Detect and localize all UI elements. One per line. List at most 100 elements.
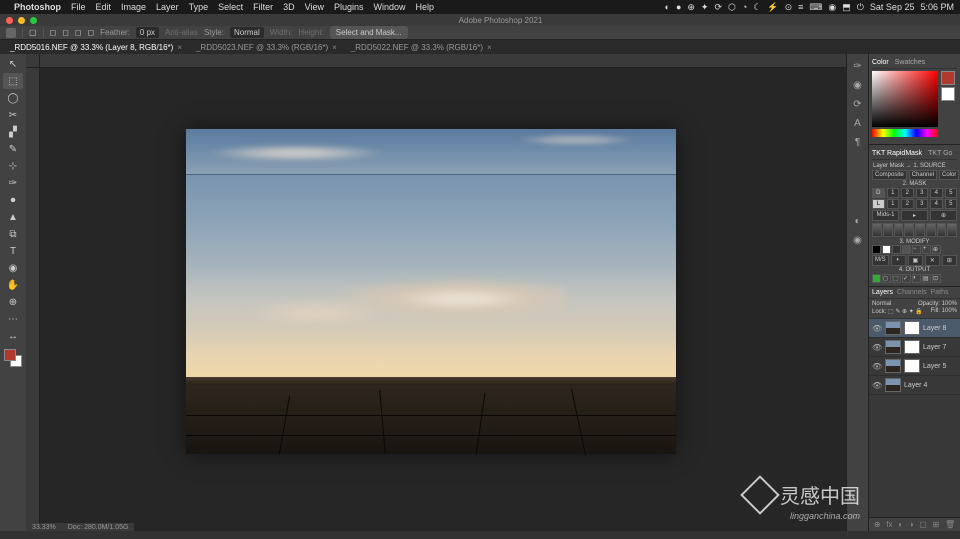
ruler-horizontal[interactable] bbox=[40, 54, 846, 68]
menu-3d[interactable]: 3D bbox=[283, 2, 295, 12]
menubar-date[interactable]: Sat Sep 25 bbox=[870, 2, 915, 12]
plugin-btn[interactable]: D bbox=[872, 188, 885, 198]
plugin-btn[interactable]: ✕ bbox=[925, 255, 940, 266]
newlayer-icon[interactable]: ⊞ bbox=[933, 520, 940, 529]
plugin-sw[interactable]: ⊡ bbox=[932, 274, 941, 283]
char-icon[interactable]: A bbox=[850, 115, 866, 131]
plugin-slider[interactable] bbox=[915, 223, 925, 237]
zoom-tool[interactable]: ⊕ bbox=[3, 294, 23, 310]
bg-color[interactable] bbox=[941, 87, 955, 101]
menu-photoshop[interactable]: Photoshop bbox=[14, 2, 61, 12]
layer-thumb[interactable] bbox=[885, 378, 901, 392]
panel-icon[interactable]: ◐ bbox=[850, 213, 866, 229]
status-icon[interactable]: ◉ bbox=[828, 2, 836, 13]
layer-item[interactable]: 👁Layer 5 bbox=[869, 357, 960, 376]
layer-name[interactable]: Layer 8 bbox=[923, 325, 946, 332]
status-icon[interactable]: ☾ bbox=[753, 2, 761, 13]
marquee-sub-icon[interactable]: ◻ bbox=[75, 28, 82, 37]
plugin-btn[interactable]: 4 bbox=[930, 199, 943, 209]
plugin-btn[interactable]: ▸ bbox=[901, 210, 928, 221]
feather-input[interactable]: 0 px bbox=[136, 27, 159, 38]
plugin-btn[interactable]: 3 bbox=[916, 199, 929, 209]
plugin-sw[interactable] bbox=[902, 245, 911, 254]
tool-icon[interactable]: ▢ bbox=[29, 28, 37, 37]
plugin-btn[interactable]: 1 bbox=[887, 188, 900, 198]
status-icon[interactable]: ⬡ bbox=[728, 2, 736, 13]
brush-icon[interactable]: ✑ bbox=[850, 58, 866, 74]
status-icon[interactable]: ⏻ bbox=[857, 2, 864, 13]
layer-thumb[interactable] bbox=[885, 340, 901, 354]
tab-doc3[interactable]: _RDD5022.NEF @ 33.3% (RGB/16*)× bbox=[345, 41, 498, 54]
hue-slider[interactable] bbox=[872, 129, 938, 137]
status-icon[interactable]: ⌨ bbox=[809, 2, 822, 13]
plugin-btn[interactable]: 2 bbox=[901, 188, 914, 198]
status-icon[interactable]: ≡ bbox=[798, 2, 803, 12]
lasso-tool[interactable]: ◯ bbox=[3, 90, 23, 106]
layer-mask[interactable] bbox=[904, 321, 920, 335]
layer-item[interactable]: 👁 Layer 7 bbox=[869, 338, 960, 357]
maximize-button[interactable] bbox=[30, 17, 37, 24]
menu-type[interactable]: Type bbox=[189, 2, 209, 12]
close-button[interactable] bbox=[6, 17, 13, 24]
heal-tool[interactable]: ⊹ bbox=[3, 158, 23, 174]
blend-mode-select[interactable]: Normal bbox=[872, 301, 891, 307]
plugin-btn[interactable]: Composite bbox=[872, 170, 907, 180]
tab-color[interactable]: Color bbox=[872, 59, 889, 66]
color-swatch[interactable] bbox=[4, 349, 22, 367]
visibility-icon[interactable]: 👁 bbox=[872, 324, 882, 333]
menu-file[interactable]: File bbox=[71, 2, 86, 12]
visibility-icon[interactable]: 👁 bbox=[872, 343, 882, 352]
opacity-input[interactable]: 100% bbox=[942, 301, 957, 307]
plugin-sw[interactable] bbox=[872, 274, 881, 283]
tab-swatches[interactable]: Swatches bbox=[895, 59, 925, 66]
plugin-slider[interactable] bbox=[947, 223, 957, 237]
layer-mask[interactable] bbox=[904, 359, 920, 373]
plugin-sw[interactable]: − bbox=[912, 245, 921, 254]
menu-plugins[interactable]: Plugins bbox=[334, 2, 364, 12]
plugin-btn[interactable]: L bbox=[872, 199, 885, 209]
ruler-vertical[interactable] bbox=[26, 68, 40, 531]
layer-name[interactable]: Layer 7 bbox=[923, 344, 946, 351]
style-select[interactable]: Normal bbox=[230, 27, 264, 38]
status-icon[interactable]: ◐ bbox=[665, 2, 670, 12]
stamp-tool[interactable]: ⏺ bbox=[3, 192, 23, 208]
status-icon[interactable]: ⟳ bbox=[714, 2, 722, 13]
layer-mask[interactable] bbox=[904, 340, 920, 354]
plugin-sw[interactable] bbox=[892, 245, 901, 254]
marquee-new-icon[interactable]: ◻ bbox=[50, 28, 57, 37]
plugin-slider[interactable] bbox=[883, 223, 893, 237]
plugin-btn[interactable]: 3 bbox=[916, 188, 929, 198]
plugin-sw[interactable]: ⬚ bbox=[892, 274, 901, 283]
plugin-sw[interactable]: ⊕ bbox=[932, 245, 941, 254]
menu-image[interactable]: Image bbox=[121, 2, 146, 12]
layer-name[interactable]: Layer 5 bbox=[923, 363, 946, 370]
plugin-sw[interactable] bbox=[872, 245, 881, 254]
move-tool[interactable]: ↖ bbox=[3, 56, 23, 72]
plugin-btn[interactable]: ▣ bbox=[908, 255, 923, 266]
fx-icon[interactable]: fx bbox=[886, 520, 892, 529]
status-icon[interactable]: ◔ bbox=[742, 2, 747, 12]
fill-input[interactable]: 100% bbox=[942, 308, 957, 314]
tab-tkgo[interactable]: TKT Go bbox=[928, 150, 952, 157]
marquee-int-icon[interactable]: ◻ bbox=[87, 28, 94, 37]
plugin-slider[interactable] bbox=[937, 223, 947, 237]
plugin-btn[interactable]: 1 bbox=[887, 199, 900, 209]
close-icon[interactable]: × bbox=[487, 43, 492, 52]
home-icon[interactable] bbox=[6, 28, 16, 38]
plugin-slider[interactable] bbox=[904, 223, 914, 237]
tab-channels[interactable]: Channels bbox=[897, 289, 927, 296]
pen-tool[interactable]: ◉ bbox=[3, 260, 23, 276]
visibility-icon[interactable]: 👁 bbox=[872, 381, 882, 390]
dodge-tool[interactable]: ⧉ bbox=[3, 226, 23, 242]
tab-rapidmask[interactable]: TKT RapidMask bbox=[872, 150, 922, 157]
plugin-btn[interactable]: ⊞ bbox=[942, 255, 957, 266]
trash-icon[interactable]: 🗑 bbox=[945, 520, 955, 529]
layer-thumb[interactable] bbox=[885, 321, 901, 335]
plugin-btn[interactable]: Color bbox=[939, 170, 959, 180]
status-icon[interactable]: ⊙ bbox=[785, 2, 793, 13]
more-tool[interactable]: ⋯ bbox=[3, 311, 23, 327]
color-spectrum[interactable] bbox=[872, 71, 938, 127]
status-icon[interactable]: ✦ bbox=[701, 2, 709, 13]
eyedropper-tool[interactable]: ✎ bbox=[3, 141, 23, 157]
tab-paths[interactable]: Paths bbox=[931, 289, 949, 296]
